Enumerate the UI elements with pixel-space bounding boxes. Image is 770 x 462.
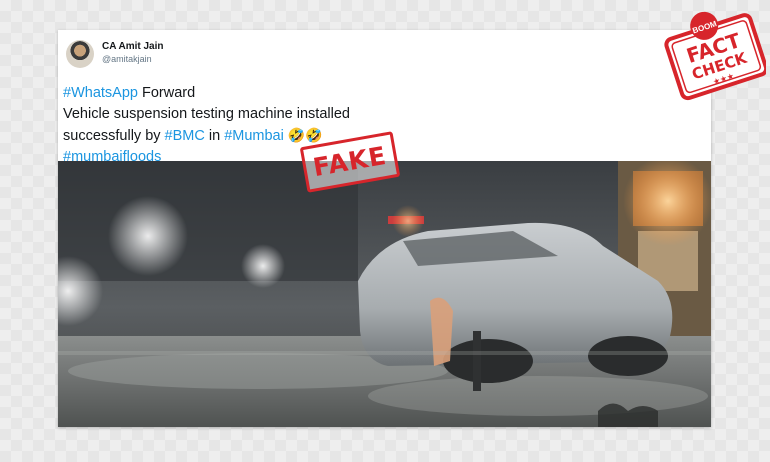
hashtag-bmc[interactable]: #BMC bbox=[165, 128, 205, 144]
hashtag-whatsapp[interactable]: #WhatsApp bbox=[63, 85, 138, 101]
hashtag-mumbai[interactable]: #Mumbai bbox=[224, 128, 284, 144]
author-name[interactable]: CA Amit Jain bbox=[102, 41, 164, 52]
laughing-emoji: 🤣🤣 bbox=[287, 127, 323, 143]
tweet-card: CA Amit Jain @amitakjain #WhatsApp Forwa… bbox=[58, 30, 711, 427]
tweet-text-line: Vehicle suspension testing machine insta… bbox=[63, 106, 350, 122]
video-scene bbox=[58, 161, 711, 427]
fact-check-badge-icon: BOOM FACT CHECK ★★★ bbox=[664, 4, 769, 104]
tweet-text: #WhatsApp Forward Vehicle suspension tes… bbox=[63, 83, 533, 168]
tweet-text-part: Forward bbox=[137, 85, 196, 101]
tweet-text-part: successfully by bbox=[63, 128, 165, 144]
video-thumbnail[interactable] bbox=[58, 161, 711, 427]
tweet-text-part: in bbox=[204, 128, 225, 144]
avatar[interactable] bbox=[66, 40, 94, 68]
author-handle[interactable]: @amitakjain bbox=[102, 54, 152, 64]
